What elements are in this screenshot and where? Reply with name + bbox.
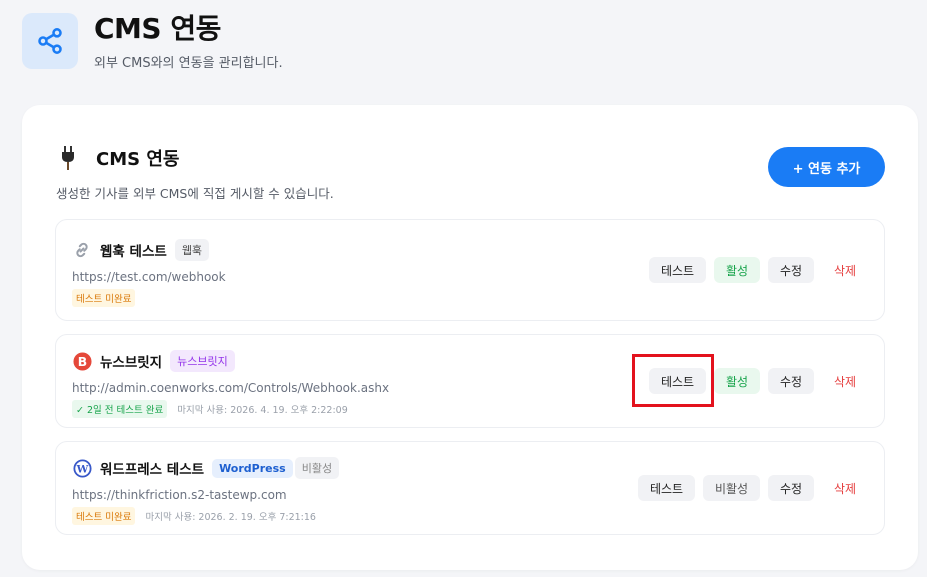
edit-button[interactable]: 수정 (768, 475, 814, 501)
integration-name: 워드프레스 테스트 (100, 462, 205, 478)
integration-item: B 뉴스브릿지 뉴스브릿지 http://admin.coenworks.com… (55, 334, 885, 428)
edit-button[interactable]: 수정 (768, 257, 814, 283)
type-badge: 웹훅 (174, 239, 210, 261)
page-subtitle: 외부 CMS와의 연동을 관리합니다. (94, 56, 283, 71)
cms-integration-card: CMS 연동 생성한 기사를 외부 CMS에 직접 게시할 수 있습니다. + … (22, 105, 918, 570)
edit-button[interactable]: 수정 (768, 368, 814, 394)
last-used-text: 마지막 사용: 2026. 4. 19. 오후 2:22:09 (177, 405, 348, 416)
test-button[interactable]: 테스트 (638, 475, 695, 501)
test-button[interactable]: 테스트 (649, 257, 706, 283)
type-badge: 뉴스브릿지 (170, 350, 235, 372)
card-title: CMS 연동 (96, 149, 180, 170)
integration-name: 웹훅 테스트 (100, 244, 167, 260)
card-subtitle: 생성한 기사를 외부 CMS에 직접 게시할 수 있습니다. (56, 186, 334, 201)
page-title: CMS 연동 (94, 12, 221, 45)
newsbridge-icon: B (72, 351, 92, 371)
test-status-badge: 테스트 미완료 (72, 507, 136, 525)
wordpress-icon: W (72, 458, 92, 478)
toggle-active-button[interactable]: 비활성 (703, 475, 760, 501)
test-status-badge: ✓ 2일 전 테스트 완료 (72, 400, 168, 418)
toggle-active-button[interactable]: 활성 (714, 368, 760, 394)
test-button[interactable]: 테스트 (649, 368, 706, 394)
inactive-badge: 비활성 (294, 457, 340, 479)
integration-url: https://thinkfriction.s2-tastewp.com (72, 488, 287, 502)
delete-button[interactable]: 삭제 (822, 257, 868, 283)
type-badge: WordPress (212, 458, 293, 478)
toggle-active-button[interactable]: 활성 (714, 257, 760, 283)
integration-item: 웹훅 테스트 웹훅 https://test.com/webhook 테스트 미… (55, 219, 885, 321)
integration-name: 뉴스브릿지 (100, 355, 163, 371)
test-status-badge: 테스트 미완료 (72, 289, 136, 307)
integration-url: https://test.com/webhook (72, 270, 226, 284)
integration-item: W 워드프레스 테스트 WordPress 비활성 https://thinkf… (55, 441, 885, 535)
link-icon (72, 240, 92, 260)
plug-icon (56, 146, 80, 170)
share-icon (22, 13, 78, 69)
add-integration-button[interactable]: + 연동 추가 (768, 147, 885, 187)
svg-text:B: B (77, 354, 86, 368)
last-used-text: 마지막 사용: 2026. 2. 19. 오후 7:21:16 (145, 512, 316, 523)
delete-button[interactable]: 삭제 (822, 475, 868, 501)
integration-url: http://admin.coenworks.com/Controls/Webh… (72, 381, 390, 395)
page-header: CMS 연동 외부 CMS와의 연동을 관리합니다. (22, 13, 283, 71)
delete-button[interactable]: 삭제 (822, 368, 868, 394)
svg-text:W: W (75, 463, 88, 475)
